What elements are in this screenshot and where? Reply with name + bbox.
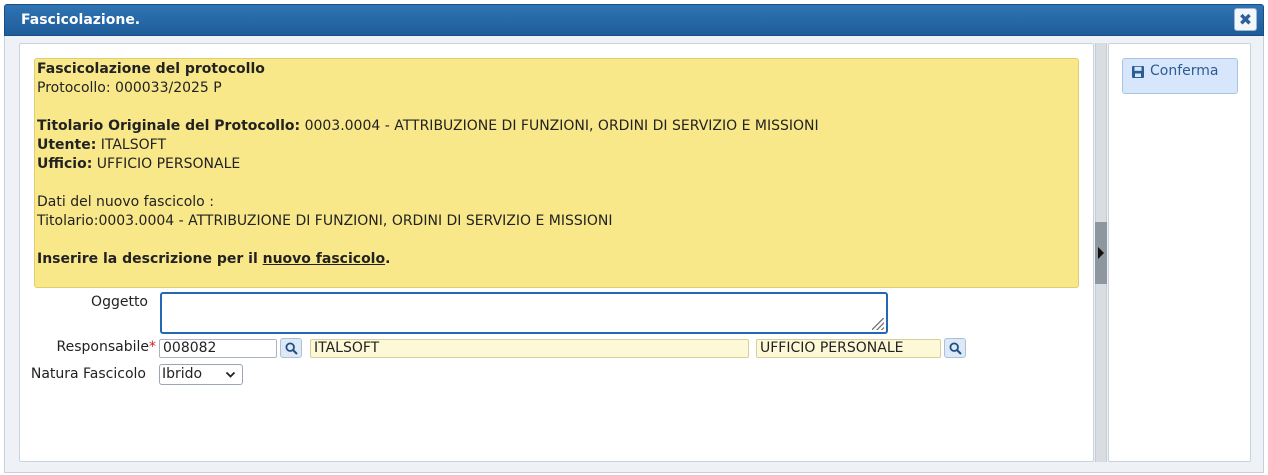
collapse-arrow-icon[interactable] — [1098, 247, 1104, 259]
info-protocollo: Protocollo: 000033/2025 P — [37, 80, 222, 96]
close-button[interactable]: ✖ — [1234, 8, 1257, 31]
confirm-label: Conferma — [1150, 63, 1219, 79]
prompt-text: Inserire la descrizione per il nuovo fas… — [37, 251, 391, 267]
ufficio-label: Ufficio: — [37, 156, 93, 172]
protocol-info-box: Fascicolazione del protocollo Protocollo… — [34, 58, 1079, 288]
nuovo-fascicolo-link: nuovo fascicolo — [262, 251, 386, 267]
chevron-down-icon — [225, 371, 236, 378]
search-icon — [285, 342, 298, 355]
close-icon: ✖ — [1238, 10, 1253, 29]
dialog-title: Fascicolazione. — [21, 12, 141, 28]
responsabile-office-field: UFFICIO PERSONALE — [756, 339, 941, 358]
responsabile-name-field: ITALSOFT — [310, 339, 749, 358]
office-search-button[interactable] — [944, 338, 966, 358]
confirm-button[interactable]: Conferma — [1122, 58, 1238, 94]
responsabile-code-field[interactable]: 008082 — [159, 339, 277, 358]
titolario-value: 0003.0004 - ATTRIBUZIONE DI FUNZIONI, OR… — [300, 118, 819, 134]
natura-label: Natura Fascicolo — [30, 366, 146, 382]
utente-value: ITALSOFT — [96, 137, 166, 153]
nuovo-titolario: Titolario:0003.0004 - ATTRIBUZIONE DI FU… — [37, 213, 613, 229]
resize-grip-icon[interactable] — [872, 318, 884, 330]
dialog-titlebar: Fascicolazione. ✖ — [4, 4, 1264, 36]
required-mark: * — [149, 339, 156, 355]
natura-select[interactable]: Ibrido — [159, 364, 243, 385]
side-panel — [1108, 43, 1251, 462]
natura-value: Ibrido — [162, 366, 203, 382]
search-icon — [949, 342, 962, 355]
oggetto-input[interactable] — [160, 292, 888, 334]
responsabile-label: Responsabile* — [56, 339, 156, 355]
nuovo-fascicolo-heading: Dati del nuovo fascicolo : — [37, 194, 214, 210]
responsabile-search-button[interactable] — [280, 338, 302, 358]
utente-label: Utente: — [37, 137, 97, 153]
titolario-label: Titolario Originale del Protocollo: — [37, 118, 301, 134]
oggetto-label: Oggetto — [91, 294, 148, 310]
ufficio-value: UFFICIO PERSONALE — [92, 156, 241, 172]
save-icon — [1132, 66, 1144, 78]
info-heading: Fascicolazione del protocollo — [37, 61, 265, 77]
